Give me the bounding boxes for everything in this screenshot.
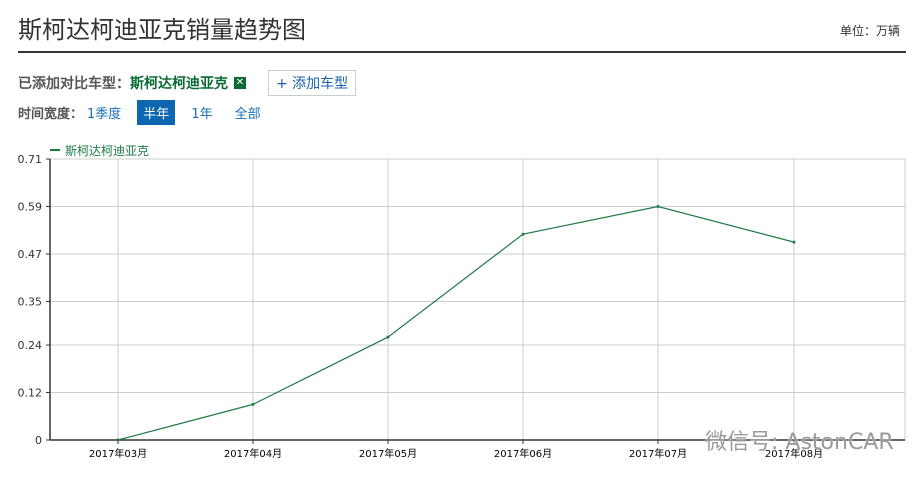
data-point (116, 438, 120, 442)
line-chart: 0 0.12 0.24 0.35 0.47 0.59 0.71 2017年03月 2017年04… (18, 144, 906, 460)
x-tick-label: 2017年03月 (89, 447, 147, 460)
x-tick-label: 2017年05月 (359, 447, 417, 460)
y-tick-label: 0.59 (18, 200, 43, 213)
y-tick-label: 0 (35, 434, 42, 447)
data-point (792, 240, 796, 244)
y-tick-label: 0.24 (18, 339, 43, 352)
series-line (117, 205, 795, 441)
data-point (521, 232, 525, 236)
y-tick-label: 0.47 (18, 248, 43, 261)
y-tick-label: 0.35 (18, 295, 43, 308)
data-point (386, 335, 390, 339)
watermark: 微信号: AstonCAR (705, 430, 894, 455)
legend-label: 斯柯达柯迪亚克 (65, 144, 149, 158)
x-tick-label: 2017年06月 (494, 447, 552, 460)
x-tick-label: 2017年07月 (629, 447, 687, 460)
y-tick-label: 0.12 (18, 387, 43, 400)
x-tick-label: 2017年04月 (224, 447, 282, 460)
data-point (251, 402, 255, 406)
data-point (656, 204, 660, 208)
plot-area (49, 158, 906, 441)
y-tick-label: 0.71 (18, 153, 43, 166)
